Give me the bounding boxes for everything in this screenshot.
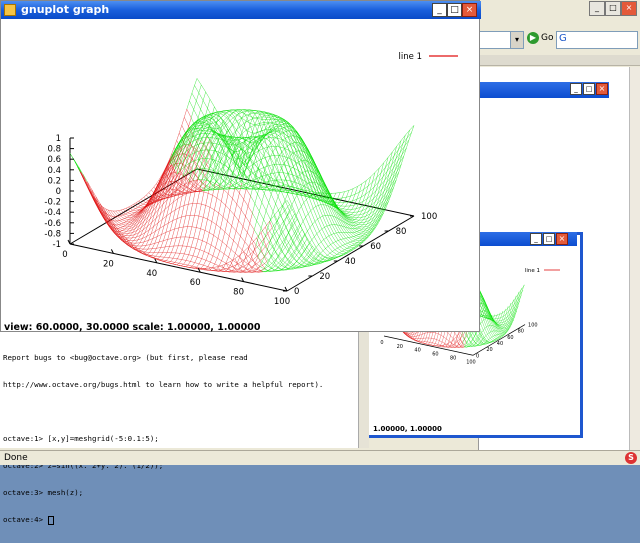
y-tick-label: 100: [421, 212, 437, 222]
maximize-button[interactable]: □: [447, 3, 462, 17]
console-line: http://www.octave.org/bugs.html to learn…: [3, 380, 324, 389]
browser-close-button[interactable]: ×: [621, 1, 637, 16]
search-engine-icon[interactable]: G: [559, 33, 567, 44]
address-dropdown-icon[interactable]: ▾: [510, 31, 524, 49]
small-x-tick-label: 60: [432, 352, 438, 358]
minimize-button[interactable]: _: [432, 3, 447, 17]
console-scrollbar[interactable]: [358, 330, 369, 448]
x-tick-label: 40: [146, 269, 157, 279]
x-tick-label: 100: [274, 297, 290, 307]
y-tick-label: 0: [294, 287, 299, 297]
small-y-tick-label: 0: [476, 353, 479, 359]
mesh-top-lines: [69, 78, 415, 272]
status-text: Done: [4, 453, 28, 463]
console-line: octave:3> mesh(z);: [3, 488, 84, 497]
secondary-close-button[interactable]: ×: [596, 83, 608, 95]
small-minimize-button[interactable]: _: [530, 233, 542, 245]
x-tick-label: 60: [190, 278, 201, 288]
z-tick-label: 1: [56, 134, 61, 144]
z-tick-label: 0: [56, 187, 61, 197]
z-tick-label: -0.8: [44, 229, 61, 239]
small-gnuplot-status: 1.00000, 1.00000: [373, 425, 442, 433]
close-button[interactable]: ×: [462, 3, 477, 17]
small-y-tick-label: 100: [528, 323, 538, 329]
small-close-button[interactable]: ×: [556, 233, 568, 245]
secondary-minimize-button[interactable]: _: [570, 83, 582, 95]
z-tick-label: -0.4: [44, 208, 61, 218]
small-maximize-button[interactable]: □: [543, 233, 555, 245]
small-y-tick-label: 20: [486, 347, 492, 353]
small-x-tick-label: 80: [450, 355, 456, 361]
y-tick-label: 20: [319, 272, 330, 282]
z-tick-label: -1: [53, 240, 61, 250]
z-tick-label: 0.4: [47, 166, 61, 176]
console-prompt-line[interactable]: octave:4>: [3, 515, 323, 525]
x-tick-label: 20: [103, 259, 114, 269]
go-button[interactable]: Go: [541, 33, 553, 43]
x-tick-label: 0: [62, 250, 67, 260]
console-prompt: octave:4>: [3, 515, 48, 524]
small-y-tick-label: 40: [497, 341, 503, 347]
z-tick-label: 0.8: [47, 145, 61, 155]
browser-statusbar: Done S: [0, 450, 640, 465]
gnuplot-app-icon: [4, 4, 16, 16]
security-icon: S: [625, 452, 637, 464]
small-x-tick-label: 40: [414, 348, 420, 354]
go-icon[interactable]: ▶: [527, 32, 539, 44]
small-x-tick-label: 0: [380, 340, 383, 346]
gnuplot-window: gnuplot graph _ □ × 1 0.8 0.6 0.4 0.2 0 -0.2 -0…: [0, 0, 481, 333]
search-input[interactable]: [556, 31, 638, 49]
z-tick-label: -0.6: [44, 219, 61, 229]
mesh-underside-lines: [77, 109, 273, 273]
window-title: gnuplot graph: [21, 3, 110, 16]
secondary-maximize-button[interactable]: □: [583, 83, 595, 95]
back-axis-line: [69, 168, 198, 245]
browser-scrollbar[interactable]: [629, 67, 640, 452]
y-tick-label: 80: [396, 227, 407, 237]
browser-minimize-button[interactable]: _: [589, 1, 605, 16]
octave-console[interactable]: Report bugs to <bug@octave.org> (but fir…: [0, 330, 369, 525]
browser-maximize-button[interactable]: □: [605, 1, 621, 16]
z-tick-label: -0.2: [44, 198, 61, 208]
small-y-tick-label: 80: [518, 329, 524, 335]
text-cursor: [47, 515, 54, 525]
view-status: view: 60.0000, 30.0000 scale: 1.00000, 1…: [4, 322, 261, 333]
console-line: Report bugs to <bug@octave.org> (but fir…: [3, 353, 248, 362]
x-tick-label: 80: [233, 288, 244, 298]
browser-toolbar-divider: [478, 55, 640, 66]
mesh-plot: 10.80.60.40.20-0.2-0.4-0.6-0.8-102040608…: [44, 52, 458, 307]
small-x-tick-label: 100: [466, 359, 476, 365]
mesh-surface: [69, 78, 415, 273]
gnuplot-titlebar[interactable]: gnuplot graph _ □ ×: [1, 1, 481, 19]
small-x-tick-label: 20: [397, 344, 403, 350]
legend-label: line 1: [399, 52, 422, 62]
y-tick-label: 60: [370, 242, 381, 252]
y-tick-label: 40: [345, 257, 356, 267]
small-legend-label: line 1: [525, 268, 540, 274]
small-y-tick-label: 60: [507, 335, 513, 341]
console-output: Report bugs to <bug@octave.org> (but fir…: [3, 335, 323, 543]
console-line: octave:1> [x,y]=meshgrid(-5:0.1:5);: [3, 434, 159, 443]
z-tick-label: 0.6: [47, 155, 61, 165]
z-tick-label: 0.2: [47, 176, 61, 186]
